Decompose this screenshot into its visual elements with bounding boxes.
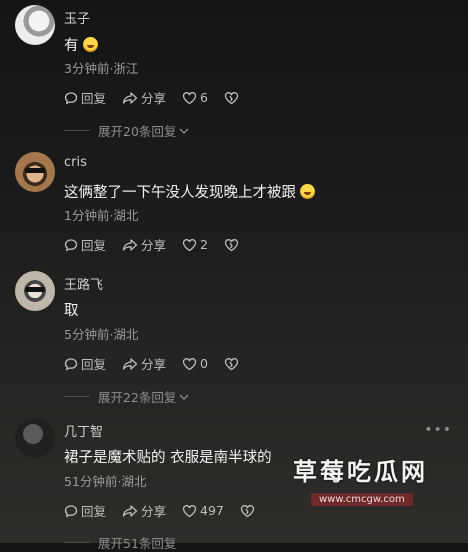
divider xyxy=(64,396,90,397)
comment-author[interactable]: 王路飞 xyxy=(64,274,103,293)
like-count: 497 xyxy=(200,503,224,518)
more-dots-icon[interactable]: ••• xyxy=(424,422,452,438)
chevron-down-icon xyxy=(179,128,189,134)
share-label: 分享 xyxy=(141,504,167,519)
heart-icon xyxy=(182,504,197,517)
expand-label: 展开20条回复 xyxy=(98,124,177,139)
comment-actions: 回复 分享 2 xyxy=(64,235,258,254)
like-count: 6 xyxy=(200,90,208,105)
comment-actions: 回复 分享 6 xyxy=(64,88,258,107)
heart-icon xyxy=(182,238,197,251)
reply-label: 回复 xyxy=(81,504,107,519)
watermark-title: 草莓吃瓜网 xyxy=(293,458,428,486)
dislike-heart-icon xyxy=(224,91,239,104)
share-label: 分享 xyxy=(141,91,167,106)
dislike-button[interactable] xyxy=(224,238,242,252)
dislike-heart-icon xyxy=(224,238,239,251)
reply-button[interactable]: 回复 xyxy=(64,354,106,373)
heart-icon xyxy=(182,357,197,370)
reply-icon xyxy=(64,238,78,251)
comment-meta: 51分钟前·湖北 xyxy=(64,474,147,489)
comment-meta: 1分钟前·湖北 xyxy=(64,208,139,223)
reply-icon xyxy=(64,504,78,517)
comment-author[interactable]: 玉子 xyxy=(64,8,90,27)
avatar[interactable] xyxy=(15,5,55,45)
share-button[interactable]: 分享 xyxy=(122,235,166,254)
share-button[interactable]: 分享 xyxy=(122,88,166,107)
share-button[interactable]: 分享 xyxy=(122,501,166,520)
like-button[interactable]: 0 xyxy=(182,356,208,371)
watermark: 草莓吃瓜网 www.cmcgw.com xyxy=(293,452,428,506)
like-button[interactable]: 2 xyxy=(182,237,208,252)
comment-meta: 3分钟前·浙江 xyxy=(64,61,139,76)
comment-text: 有 xyxy=(64,34,98,55)
expand-replies-button[interactable]: 展开22条回复 xyxy=(64,387,189,406)
laughing-emoji-icon xyxy=(82,37,98,52)
dislike-heart-icon xyxy=(224,357,239,370)
dislike-button[interactable] xyxy=(240,504,258,518)
like-button[interactable]: 497 xyxy=(182,503,224,518)
reply-icon xyxy=(64,91,78,104)
reply-button[interactable]: 回复 xyxy=(64,88,106,107)
comment-author[interactable]: cris xyxy=(64,155,87,170)
comment-actions: 回复 分享 0 xyxy=(64,354,258,373)
reply-button[interactable]: 回复 xyxy=(64,501,106,520)
reply-label: 回复 xyxy=(81,91,107,106)
dislike-button[interactable] xyxy=(224,357,242,371)
avatar[interactable] xyxy=(15,271,55,311)
share-icon xyxy=(122,238,138,251)
share-icon xyxy=(122,357,138,370)
laughing-emoji-icon xyxy=(300,184,315,199)
dislike-button[interactable] xyxy=(224,91,242,105)
heart-icon xyxy=(182,91,197,104)
divider xyxy=(64,130,90,131)
reply-label: 回复 xyxy=(81,238,107,253)
dislike-heart-icon xyxy=(240,504,255,517)
expand-label: 展开22条回复 xyxy=(98,390,177,405)
share-label: 分享 xyxy=(141,357,167,372)
share-button[interactable]: 分享 xyxy=(122,354,166,373)
like-count: 0 xyxy=(200,356,208,371)
like-button[interactable]: 6 xyxy=(182,90,208,105)
reply-label: 回复 xyxy=(81,357,107,372)
share-label: 分享 xyxy=(141,238,167,253)
comment-author[interactable]: 几丁智 xyxy=(64,421,103,440)
comment-meta: 5分钟前·湖北 xyxy=(64,327,139,342)
expand-replies-button[interactable]: 展开20条回复 xyxy=(64,121,189,140)
comment-text: 这俩整了一下午没人发现晚上才被跟 xyxy=(64,181,315,202)
share-icon xyxy=(122,504,138,517)
avatar[interactable] xyxy=(15,418,55,458)
comment-text: 取 xyxy=(64,303,79,319)
reply-button[interactable]: 回复 xyxy=(64,235,106,254)
watermark-url: www.cmcgw.com xyxy=(311,493,413,506)
share-icon xyxy=(122,91,138,104)
like-count: 2 xyxy=(200,237,208,252)
comment-actions: 回复 分享 497 xyxy=(64,501,274,520)
chevron-down-icon xyxy=(179,394,189,400)
avatar[interactable] xyxy=(15,152,55,192)
reply-icon xyxy=(64,357,78,370)
comment-text: 裙子是魔术贴的 衣服是南半球的 xyxy=(64,450,272,466)
